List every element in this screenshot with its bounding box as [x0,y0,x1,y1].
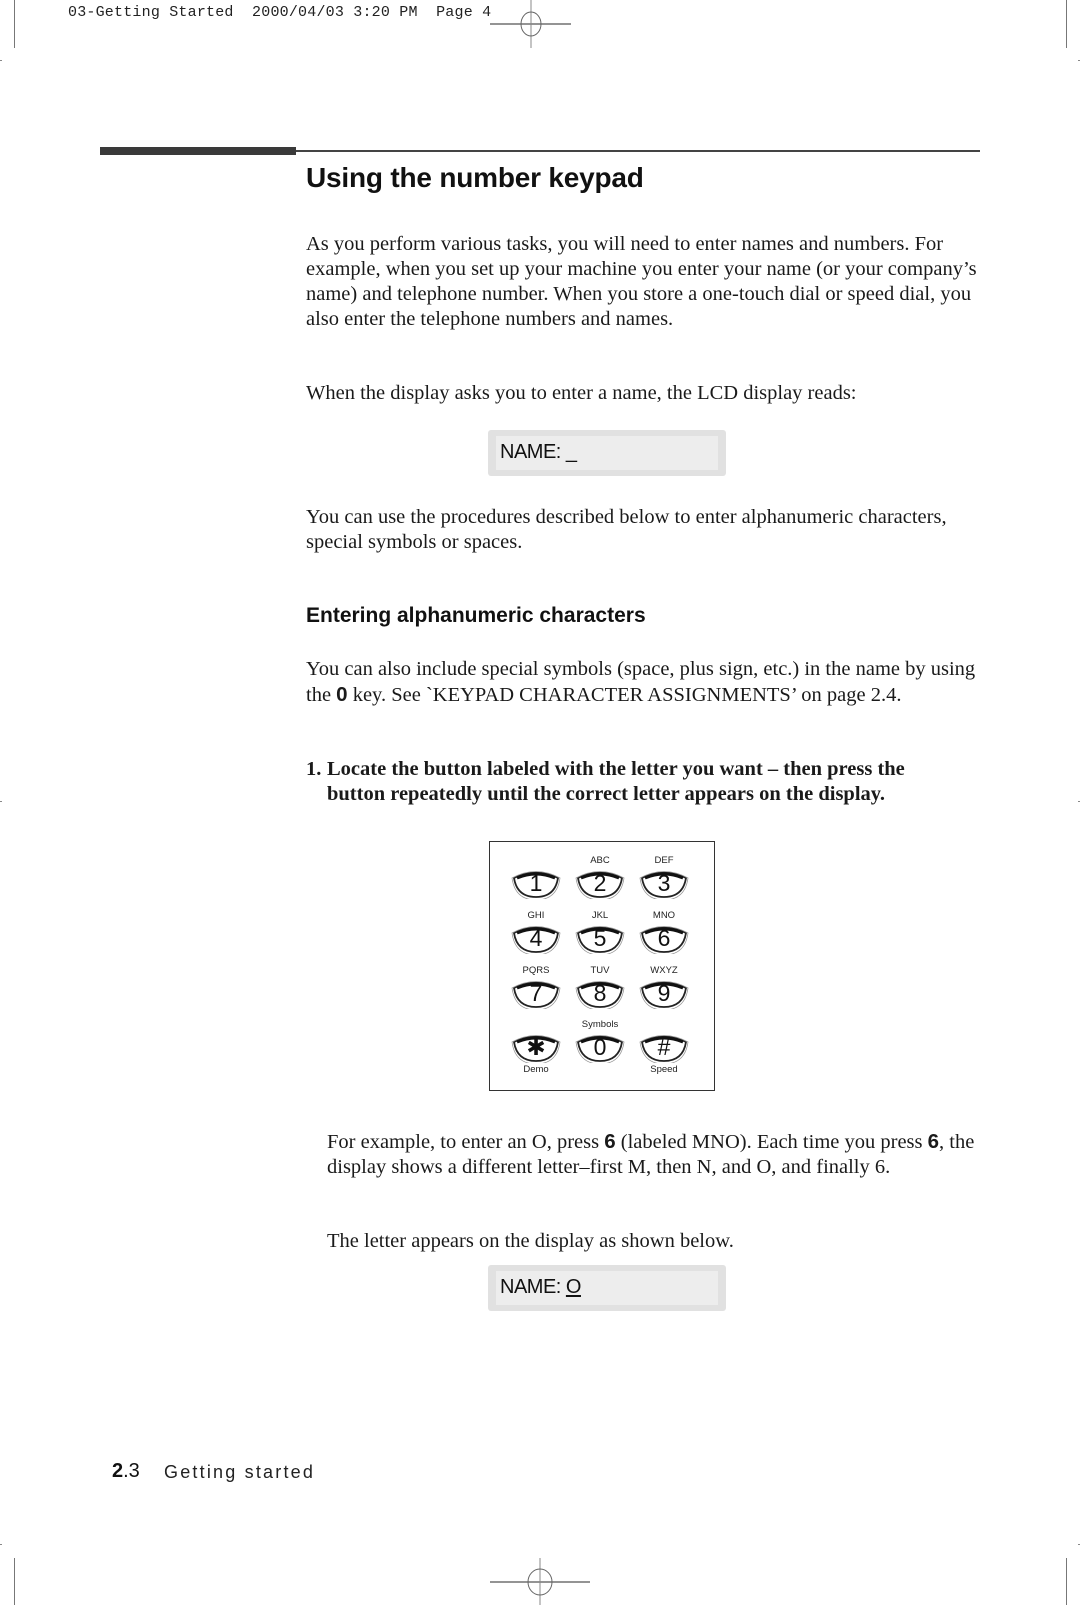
text-span: key. See `KEYPAD CHARACTER ASSIGNMENTS’ … [347,684,902,706]
step-text-line1: Locate the button labeled with the lette… [327,758,905,780]
key-digit: 9 [657,980,671,1006]
key-letters-label: WXYZ [650,965,678,976]
keypad-key: 0 [575,1033,625,1063]
keypad-key: 2 [575,869,625,899]
keypad-key: 3 [639,869,689,899]
section-rule-thick [100,147,296,155]
crop-mark-top-right [1066,0,1067,48]
trim-mark [0,801,2,802]
trim-mark [0,1544,2,1545]
key-letters-label: DEF [654,855,674,866]
page-title: Using the number keypad [306,162,644,193]
lcd-display-result: NAME: O [488,1265,726,1311]
key-digit: 0 [593,1034,607,1060]
intro-paragraph: As you perform various tasks, you will n… [306,233,977,330]
section-rule-thin [296,150,980,152]
subsection-title: Entering alphanumeric characters [306,604,646,627]
key-digit: 6 [657,925,671,951]
keypad-illustration: 1 2 ABC 3 DEF 4 GHI 5 JKL 6 MNO 7 PQRS 8 TUV 9 WXYZ ✱ Demo… [489,841,715,1091]
key-letters-label: GHI [527,910,545,921]
crop-mark-bottom-right [1066,1558,1067,1605]
key-letters-label: TUV [590,965,610,976]
slug-page: Page 4 [436,4,492,21]
chapter-number: 2 [112,1460,124,1482]
keypad-key: 6 [639,924,689,954]
key-letters-label: MNO [652,910,676,921]
keypad-key: 1 [511,869,561,899]
lcd-label: NAME: [500,441,561,463]
lcd-text: NAME: _ [500,441,577,464]
page-number: 2.3 [112,1460,140,1483]
keypad-key: 4 [511,924,561,954]
keypad-key: 7 [511,979,561,1009]
key-reference: 6 [604,1130,616,1153]
text-span: (labeled MNO). Each time you press [615,1131,928,1153]
key-letters-label: PQRS [522,965,550,976]
print-slug: 03-Getting Started 2000/04/03 3:20 PM Pa… [68,4,491,21]
key-digit: 5 [593,925,607,951]
step-1: 1. Locate the button labeled with the let… [306,757,986,807]
key-digit: ✱ [526,1034,546,1060]
keypad-key: 5 [575,924,625,954]
trim-mark [0,60,2,61]
key-digit: 8 [593,980,607,1006]
key-function-label: Demo [523,1064,549,1075]
lcd-prompt-paragraph: When the display asks you to enter a nam… [306,382,857,404]
keypad-key: 8 [575,979,625,1009]
lcd-label: NAME: [500,1276,561,1298]
crop-mark-top-left [14,0,15,48]
step-text-line2: button repeatedly until the correct lett… [327,783,886,805]
registration-mark-bottom-icon [490,1558,590,1605]
symbols-paragraph: You can also include special symbols (sp… [306,657,986,708]
page-subnumber: .3 [123,1460,140,1482]
keypad-key: ✱ [511,1033,561,1063]
key-digit: 1 [529,870,543,896]
slug-time: 3:20 PM [353,4,418,21]
key-digit: 2 [593,870,607,896]
key-digit: 7 [529,980,543,1006]
key-reference: 6 [927,1130,940,1153]
example-paragraph: For example, to enter an O, press 6 (lab… [327,1129,987,1180]
key-digit: # [657,1034,671,1060]
key-letters-label: Symbols [581,1019,619,1030]
key-digit: 3 [657,870,671,896]
lcd-display-empty: NAME: _ [488,430,726,476]
crop-mark-bottom-left [14,1558,15,1605]
key-digit: 4 [529,925,543,951]
key-letters-label: JKL [591,910,609,921]
footer-chapter-label: Getting started [164,1462,316,1482]
lcd-cursor: O [565,1276,582,1298]
text-span: For example, to enter an O, press [327,1131,605,1153]
key-function-label: Speed [650,1064,678,1075]
slug-date: 2000/04/03 [252,4,345,21]
key-reference: 0 [336,683,348,706]
lcd-screen: NAME: _ [496,436,718,470]
result-paragraph: The letter appears on the display as sho… [327,1230,734,1252]
registration-mark-top-icon [490,0,571,48]
lcd-cursor: _ [565,441,577,463]
keypad-key: 9 [639,979,689,1009]
lcd-text: NAME: O [500,1276,581,1299]
procedures-paragraph: You can use the procedures described bel… [306,506,947,553]
key-letters-label: ABC [590,855,610,866]
keypad-key: # [639,1033,689,1063]
step-number: 1. [306,758,322,780]
slug-file: 03-Getting Started [68,4,234,21]
lcd-screen: NAME: O [496,1271,718,1305]
